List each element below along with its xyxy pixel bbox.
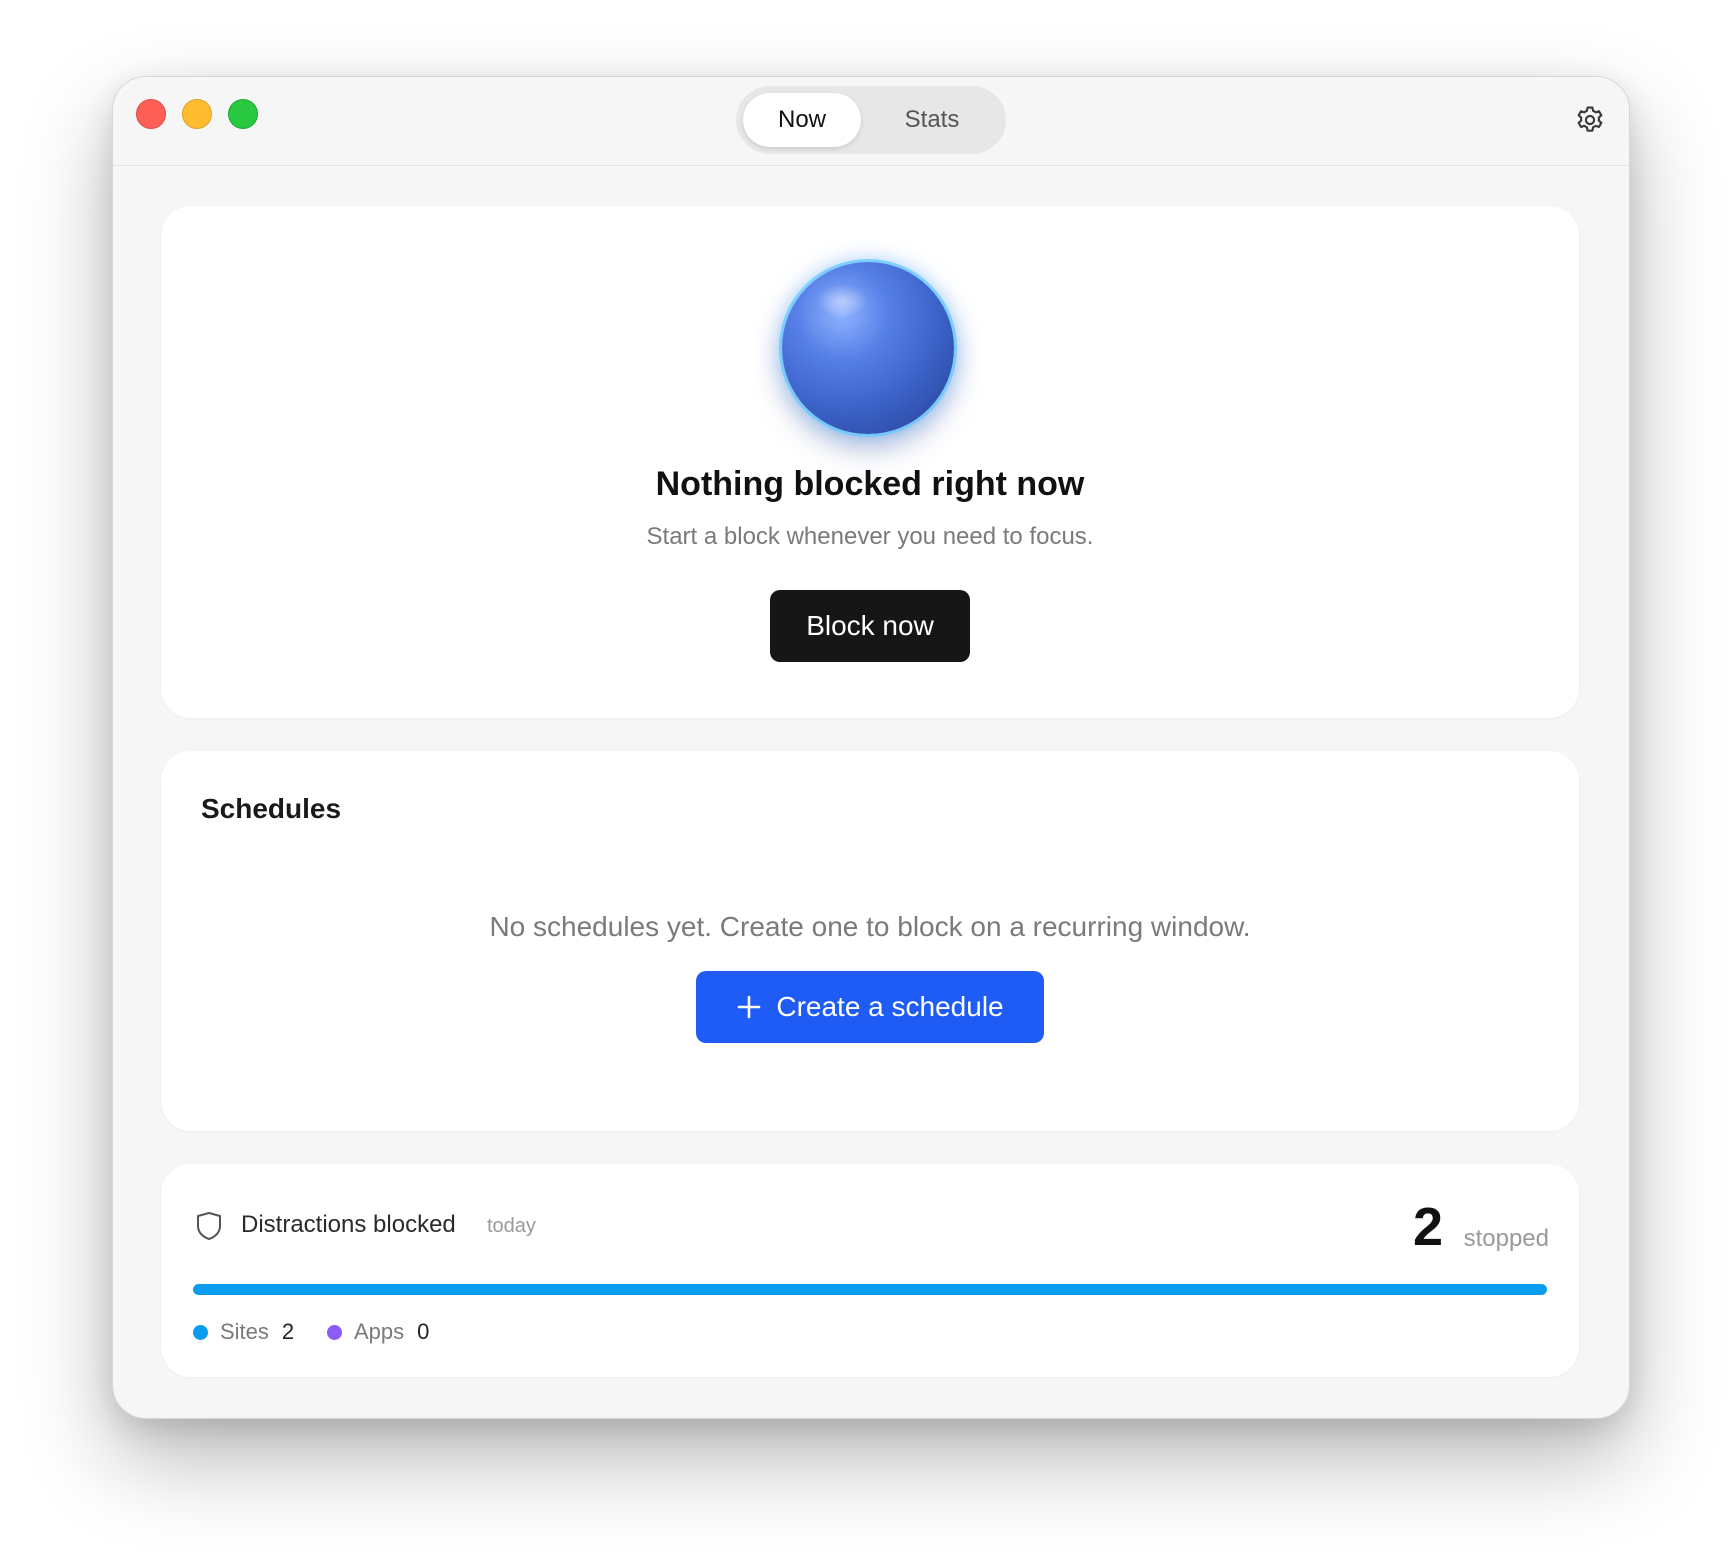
distractions-card: Distractions blocked today 2 stopped Sit…	[161, 1164, 1579, 1377]
status-title: Nothing blocked right now	[655, 465, 1085, 503]
close-window-button[interactable]	[136, 99, 166, 129]
schedules-empty-message: No schedules yet. Create one to block on…	[489, 911, 1251, 942]
distractions-count: 2	[1412, 1197, 1443, 1257]
schedules-title: Schedules	[201, 793, 342, 824]
plus-icon	[736, 994, 762, 1020]
zoom-window-button[interactable]	[228, 99, 258, 129]
create-schedule-button[interactable]: Create a schedule	[696, 971, 1044, 1043]
apps-value: 0	[417, 1319, 430, 1344]
sites-value: 2	[281, 1319, 295, 1344]
titlebar: Now Stats	[113, 77, 1629, 166]
status-orb	[782, 262, 954, 434]
shield-icon	[195, 1211, 223, 1241]
gear-icon[interactable]	[1573, 103, 1607, 137]
apps-label: Apps	[354, 1319, 405, 1344]
legend-sites: Sites 2	[193, 1317, 294, 1347]
block-now-button[interactable]: Block now	[770, 590, 970, 662]
distractions-label: Distractions blocked	[241, 1211, 456, 1238]
schedules-card: Schedules No schedules yet. Create one t…	[161, 751, 1579, 1131]
tab-stats[interactable]: Stats	[868, 93, 996, 147]
sites-bar-fill	[193, 1284, 1547, 1295]
tab-now[interactable]: Now	[743, 93, 861, 147]
legend-apps: Apps 0	[327, 1317, 429, 1347]
distractions-unit: stopped	[1463, 1225, 1549, 1252]
status-subtitle: Start a block whenever you need to focus…	[646, 523, 1094, 550]
distractions-period: today	[487, 1215, 536, 1237]
distractions-bar	[193, 1284, 1547, 1295]
view-segmented-control: Now Stats	[736, 86, 1006, 154]
minimize-window-button[interactable]	[182, 99, 212, 129]
create-schedule-label: Create a schedule	[776, 991, 1004, 1022]
app-window: Now Stats Nothing blocked right now Star…	[112, 76, 1630, 1419]
apps-dot	[327, 1324, 342, 1340]
block-status-card: Nothing blocked right now Start a block …	[161, 206, 1579, 718]
sites-dot	[193, 1324, 208, 1340]
sites-label: Sites	[220, 1319, 269, 1344]
